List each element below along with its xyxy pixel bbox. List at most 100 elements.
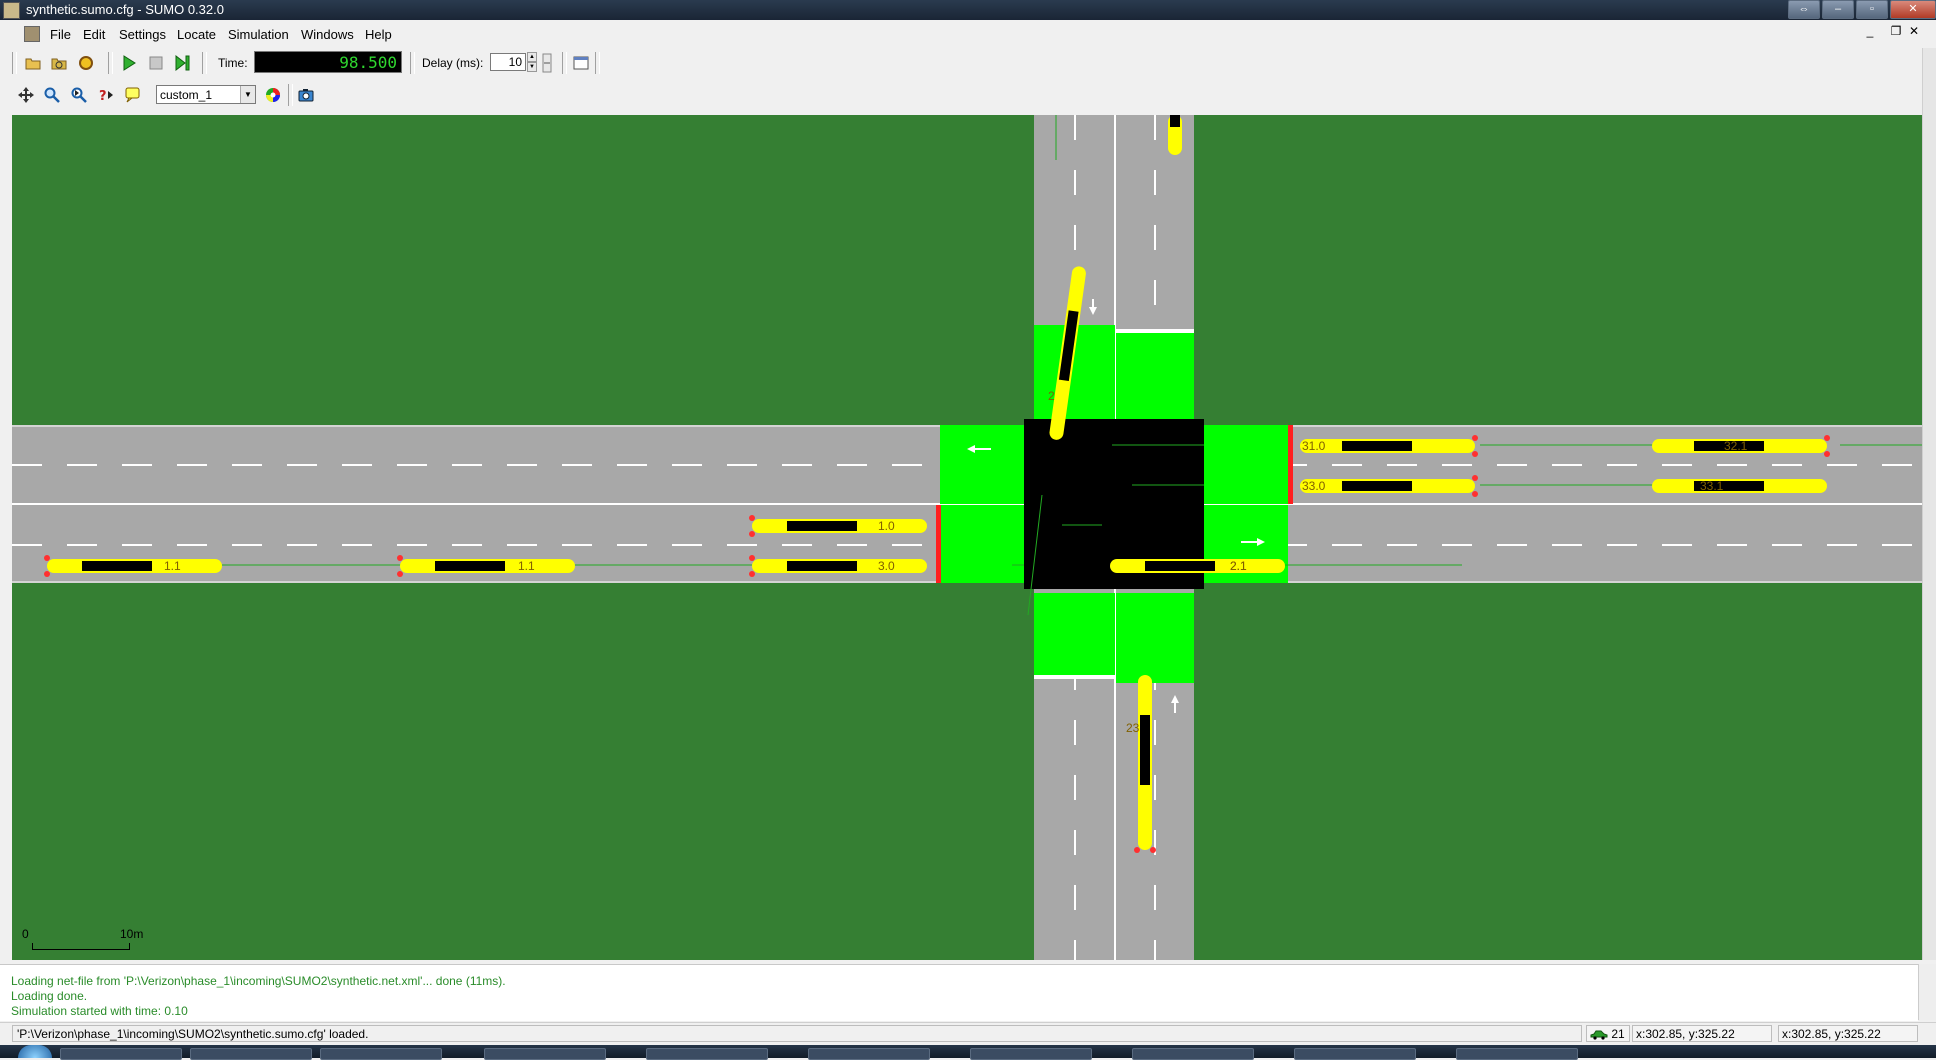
tooltip-icon[interactable] <box>123 85 143 105</box>
chevron-down-icon[interactable]: ▼ <box>240 86 255 103</box>
green-light-south-out <box>1034 593 1115 675</box>
green-light-south-in <box>1116 593 1194 683</box>
maximize-button[interactable]: ▫ <box>1856 0 1888 19</box>
network-drawing: 1.1 1.0 1.1 2.1 3.0 31.0 32.1 33.0 33.1 … <box>12 115 1922 960</box>
taskbar-item[interactable] <box>60 1048 182 1060</box>
vehicle-label: 1.1 <box>164 559 181 573</box>
os-taskbar <box>0 1045 1936 1060</box>
stop-line-south <box>1034 675 1115 679</box>
taskbar-item[interactable] <box>970 1048 1092 1060</box>
vehicle-label: 33.0 <box>1302 479 1326 493</box>
locate-icon[interactable] <box>69 85 89 105</box>
stop-line-north <box>1116 329 1194 333</box>
log-line: Simulation started with time: 0.10 <box>11 1004 188 1018</box>
menu-edit[interactable]: Edit <box>83 27 105 42</box>
delay-input[interactable]: 10 <box>490 53 526 71</box>
toolbar-grip <box>108 52 113 74</box>
vehicle[interactable] <box>1652 479 1827 493</box>
taskbar-item[interactable] <box>320 1048 442 1060</box>
toolbar-grip <box>12 52 17 74</box>
new-view-icon[interactable] <box>571 53 591 73</box>
scale-end-label: 10m <box>120 927 144 941</box>
taskbar-item[interactable] <box>1294 1048 1416 1060</box>
simulation-view[interactable]: 1.1 1.0 1.1 2.1 3.0 31.0 32.1 33.0 33.1 … <box>12 115 1922 960</box>
taskbar-item[interactable] <box>190 1048 312 1060</box>
coordinates-1: x:302.85, y:325.22 <box>1632 1025 1772 1042</box>
color-scheme-value: custom_1 <box>160 88 213 102</box>
green-light-north-out <box>1116 333 1194 425</box>
delay-label: Delay (ms): <box>422 56 484 70</box>
zoom-icon[interactable] <box>42 85 62 105</box>
toolbar-grip <box>410 52 415 74</box>
status-bar: 'P:\Verizon\phase_1\incoming\SUMO2\synth… <box>0 1022 1936 1045</box>
taskbar-item[interactable] <box>808 1048 930 1060</box>
reload-icon[interactable] <box>49 53 69 73</box>
close-button[interactable]: ✕ <box>1890 0 1936 19</box>
color-wheel-icon[interactable] <box>263 85 283 105</box>
mdi-restore-icon[interactable]: ❐ <box>1888 24 1904 38</box>
time-label: Time: <box>218 56 248 70</box>
step-icon[interactable] <box>173 53 193 73</box>
delay-spinner[interactable]: ▲ ▼ <box>527 52 537 72</box>
chevron-up-icon[interactable]: ▲ <box>527 52 537 62</box>
delay-dial-icon[interactable] <box>540 53 554 73</box>
coordinates-2: x:302.85, y:325.22 <box>1778 1025 1918 1042</box>
taskbar-item[interactable] <box>646 1048 768 1060</box>
menu-help[interactable]: Help <box>365 27 392 42</box>
vehicle[interactable] <box>1110 559 1285 573</box>
mdi-minimize-icon[interactable]: _ <box>1862 24 1878 38</box>
vehicle-label: 2 <box>1048 389 1055 403</box>
view-toolbar: ? custom_1 ▼ <box>0 80 1936 110</box>
toolbar-grip <box>562 52 567 74</box>
mdi-close-icon[interactable]: ✕ <box>1906 24 1922 38</box>
recent-icon[interactable] <box>76 53 96 73</box>
recenter-icon[interactable] <box>16 85 36 105</box>
menu-locate[interactable]: Locate <box>177 27 216 42</box>
app-icon <box>3 2 20 19</box>
chevron-down-icon[interactable]: ▼ <box>527 62 537 72</box>
scale-bar <box>32 943 130 950</box>
vehicle[interactable] <box>1168 115 1182 155</box>
menu-bar: File Edit Settings Locate Simulation Win… <box>0 20 1936 49</box>
run-icon[interactable] <box>119 53 139 73</box>
scale-start-label: 0 <box>22 927 29 941</box>
green-light-west-in <box>940 505 1024 583</box>
resize-icon[interactable]: ⇔ <box>1788 0 1820 19</box>
screenshot-icon[interactable] <box>296 85 316 105</box>
taskbar-item[interactable] <box>1456 1048 1578 1060</box>
green-light-east-in <box>1204 425 1288 504</box>
log-scrollbar[interactable] <box>1918 964 1936 1020</box>
color-scheme-select[interactable]: custom_1 ▼ <box>156 85 256 104</box>
menu-file[interactable]: File <box>50 27 71 42</box>
sumo-icon[interactable] <box>24 26 40 42</box>
message-log: Loading net-file from 'P:\Verizon\phase_… <box>0 964 1918 1021</box>
vehicle-label: 3.0 <box>878 559 895 573</box>
taskbar-item[interactable] <box>1132 1048 1254 1060</box>
minimize-button[interactable]: – <box>1822 0 1854 19</box>
taskbar-item[interactable] <box>484 1048 606 1060</box>
status-message: 'P:\Verizon\phase_1\incoming\SUMO2\synth… <box>12 1025 1582 1042</box>
vehicle-label: 1.0 <box>878 519 895 533</box>
stop-line-west <box>936 505 941 583</box>
car-icon <box>1590 1030 1608 1040</box>
vehicle-label: 23 <box>1126 721 1140 735</box>
log-line: Loading done. <box>11 989 88 1003</box>
title-bar: synthetic.sumo.cfg - SUMO 0.32.0 ⇔ – ▫ ✕ <box>0 0 1936 20</box>
green-light-west-out <box>940 425 1024 504</box>
toolbar-grip <box>202 52 207 74</box>
main-toolbar: Time: 98.500 Delay (ms): 10 ▲ ▼ <box>0 48 1936 78</box>
window-title: synthetic.sumo.cfg - SUMO 0.32.0 <box>26 2 224 17</box>
menu-settings[interactable]: Settings <box>119 27 166 42</box>
vehicle-label: 1.1 <box>518 559 535 573</box>
start-button[interactable] <box>18 1045 52 1058</box>
vehicle-label: 32.1 <box>1724 439 1748 453</box>
time-display: 98.500 <box>254 51 402 73</box>
toolbar-grip <box>288 84 293 106</box>
help-icon[interactable]: ? <box>96 85 116 105</box>
menu-windows[interactable]: Windows <box>301 27 354 42</box>
stop-icon[interactable] <box>146 53 166 73</box>
menu-simulation[interactable]: Simulation <box>228 27 289 42</box>
log-line: Loading net-file from 'P:\Verizon\phase_… <box>11 974 506 988</box>
open-icon[interactable] <box>23 53 43 73</box>
view-scrollbar[interactable] <box>1922 48 1936 960</box>
